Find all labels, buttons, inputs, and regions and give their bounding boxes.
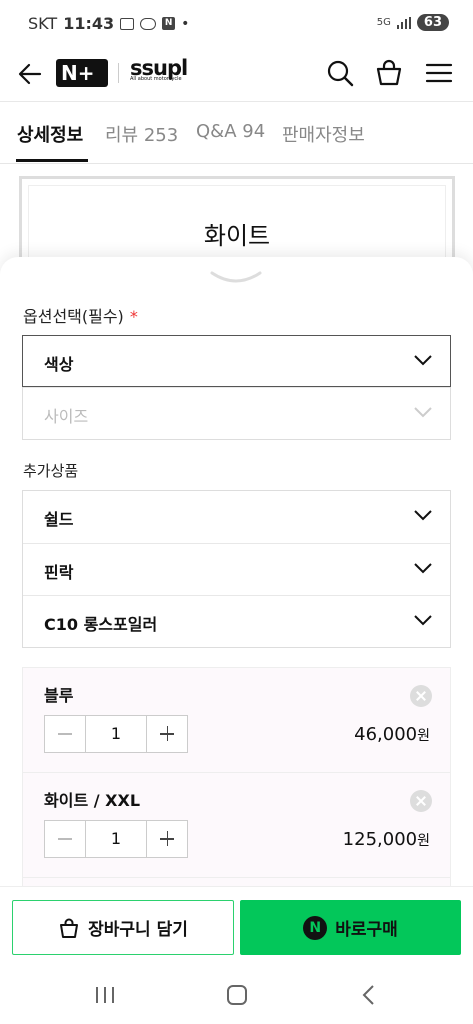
link-icon <box>140 17 157 30</box>
status-right: 5G 63 <box>377 14 449 31</box>
chevron-down-icon <box>414 407 432 418</box>
remove-item-icon[interactable] <box>410 790 432 812</box>
addon-select-spoiler[interactable]: C10 롱스포일러 <box>23 595 450 647</box>
active-tab-indicator <box>16 159 88 162</box>
addon-select-pinlock[interactable]: 핀락 <box>23 543 450 595</box>
search-icon[interactable] <box>325 58 355 88</box>
back-nav-icon[interactable] <box>358 984 382 1006</box>
price-currency: 원 <box>417 728 430 744</box>
chevron-down-icon <box>414 510 432 521</box>
shopping-bag-icon <box>60 918 79 938</box>
required-options-text: 옵션선택(필수) <box>23 307 124 326</box>
logo-brand-text: N+ <box>61 61 95 85</box>
chevron-down-icon <box>414 615 432 626</box>
clock: 11:43 <box>63 14 115 33</box>
color-select-label: 색상 <box>44 355 74 374</box>
option-bottom-sheet: 옵션선택(필수) * 색상 사이즈 추가상품 쉴드 핀락 C10 롱스포일러 블루 <box>0 257 473 897</box>
carrier-label: SKT <box>28 14 58 33</box>
decrease-quantity-button[interactable] <box>45 821 85 857</box>
buy-now-button[interactable]: N 바로구매 <box>240 900 461 955</box>
color-select[interactable]: 색상 <box>22 335 451 387</box>
notification-dot: • <box>181 15 190 32</box>
hamburger-menu-icon[interactable] <box>424 58 454 88</box>
product-tabs: 상세정보 리뷰 253 Q&A 94 판매자정보 <box>0 103 473 164</box>
naver-notification-icon: N <box>162 17 176 30</box>
signal-icon <box>396 16 411 29</box>
decrease-quantity-button[interactable] <box>45 716 85 752</box>
addon-products-label: 추가상품 <box>23 462 79 480</box>
product-detail-title: 화이트 <box>203 222 271 250</box>
store-logo-subtext: All about motorcycle <box>130 76 182 82</box>
item-price: 125,000원 <box>343 829 430 850</box>
status-left: SKT 11:43 N • <box>28 14 189 33</box>
system-navigation-bar <box>0 966 473 1024</box>
tab-qna[interactable]: Q&A 94 <box>196 121 265 142</box>
chevron-down-icon <box>414 355 432 366</box>
selected-items-list: 블루 1 46,000원 화이트 / XXL 1 125,000원 <box>22 667 451 897</box>
addon-label: C10 롱스포일러 <box>44 615 158 634</box>
network-type: 5G <box>376 17 391 28</box>
screenshot-icon <box>120 17 135 30</box>
price-currency: 원 <box>417 833 430 849</box>
tab-reviews[interactable]: 리뷰 253 <box>105 121 178 147</box>
addon-label: 핀락 <box>44 563 74 582</box>
home-icon[interactable] <box>225 984 249 1006</box>
buy-now-label: 바로구매 <box>335 920 398 940</box>
tab-detail[interactable]: 상세정보 <box>17 121 83 147</box>
naver-plus-logo[interactable]: N+ <box>56 59 108 87</box>
list-item: 화이트 / XXL 1 125,000원 <box>23 773 450 878</box>
chevron-down-icon <box>414 563 432 574</box>
increase-quantity-button[interactable] <box>147 821 187 857</box>
price-amount: 46,000 <box>354 724 418 745</box>
remove-item-icon[interactable] <box>410 685 432 707</box>
naver-pay-icon: N <box>303 915 328 940</box>
required-star: * <box>129 307 138 326</box>
quantity-value[interactable]: 1 <box>85 716 147 752</box>
item-name: 화이트 / XXL <box>44 791 141 810</box>
app-header: N+ ssupl All about motorcycle <box>0 50 473 102</box>
purchase-action-bar: 장바구니 담기 N 바로구매 <box>0 886 473 966</box>
status-bar: SKT 11:43 N • 5G 63 <box>0 0 473 50</box>
sheet-collapse-handle-icon[interactable] <box>210 267 262 289</box>
quantity-stepper: 1 <box>44 715 188 753</box>
battery-indicator: 63 <box>416 14 449 31</box>
add-to-cart-label: 장바구니 담기 <box>88 920 188 940</box>
shopping-bag-icon[interactable] <box>374 58 404 88</box>
add-to-cart-button[interactable]: 장바구니 담기 <box>12 900 234 955</box>
quantity-stepper: 1 <box>44 820 188 858</box>
item-price: 46,000원 <box>354 724 430 745</box>
required-options-label: 옵션선택(필수) * <box>23 303 138 327</box>
size-select: 사이즈 <box>23 387 450 439</box>
addon-label: 쉴드 <box>44 510 74 529</box>
logo-divider <box>118 63 119 83</box>
store-logo[interactable]: ssupl All about motorcycle <box>130 56 188 82</box>
size-select-label: 사이즈 <box>44 407 89 426</box>
required-options-group: 색상 사이즈 <box>22 335 451 440</box>
addon-select-shield[interactable]: 쉴드 <box>23 491 450 543</box>
quantity-value[interactable]: 1 <box>85 821 147 857</box>
item-name: 블루 <box>44 686 74 705</box>
back-arrow-icon[interactable] <box>16 60 44 88</box>
increase-quantity-button[interactable] <box>147 716 187 752</box>
list-item: 블루 1 46,000원 <box>23 668 450 773</box>
price-amount: 125,000 <box>342 829 418 850</box>
tab-seller-info[interactable]: 판매자정보 <box>282 121 365 147</box>
recent-apps-icon[interactable] <box>93 984 117 1006</box>
addon-options-group: 쉴드 핀락 C10 롱스포일러 <box>22 490 451 648</box>
